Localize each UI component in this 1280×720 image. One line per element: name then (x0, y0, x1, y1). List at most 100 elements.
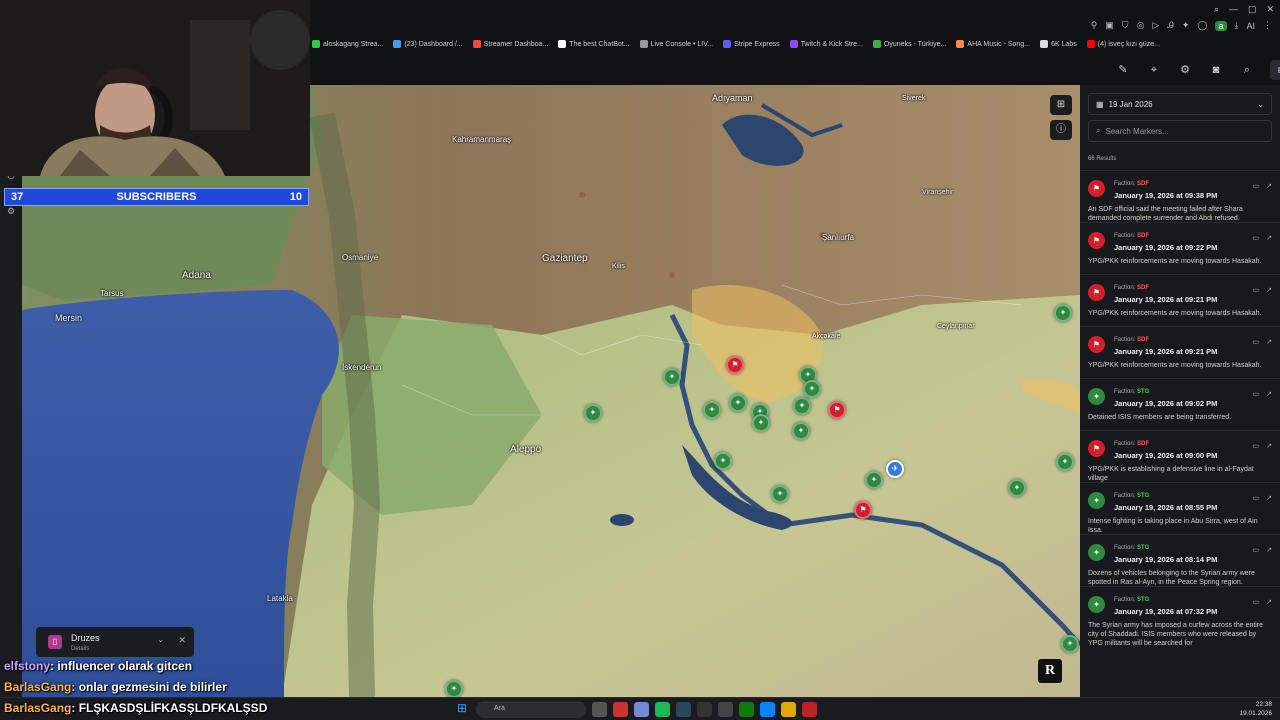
map-canvas[interactable]: Adıyaman Kahramanmaraş Gaziantep Şanlıurfa O… (22, 85, 1080, 697)
download-icon[interactable]: ⤓ (1235, 20, 1239, 31)
stg-marker[interactable]: ✦ (752, 414, 770, 432)
search-icon[interactable]: ⌕ (1239, 62, 1255, 78)
marker-card[interactable]: ⚑ Faction: SDF January 19, 2026 at 09:00… (1080, 430, 1280, 482)
steam-icon[interactable] (676, 702, 691, 717)
minimize-icon[interactable]: — (1229, 4, 1238, 15)
bookmark-item[interactable]: Twitch & Kick Stre... (789, 40, 863, 48)
marker-card[interactable]: ⚑ Faction: SDF January 19, 2026 at 09:22… (1080, 222, 1280, 274)
edge-icon[interactable] (760, 702, 775, 717)
marker-icon[interactable]: ⌖ (1146, 62, 1162, 78)
opera-icon[interactable] (613, 702, 628, 717)
bookmark-item[interactable]: Streamer Dashboa... (472, 40, 548, 48)
close-icon[interactable]: ✕ (1266, 4, 1274, 15)
bookmark-item[interactable]: (23) Dashboard /... (393, 40, 463, 48)
bookmark-item[interactable]: Live Console • LIV... (639, 40, 713, 48)
stg-marker[interactable]: ✦ (792, 422, 810, 440)
camera-icon[interactable]: ◎ (1137, 20, 1145, 31)
stg-marker[interactable]: ✦ (865, 471, 883, 489)
profile-icon[interactable]: a (1215, 20, 1227, 31)
stg-marker[interactable]: ✦ (663, 368, 681, 386)
bookmark-item[interactable]: Oyuneks - Türkiye... (872, 40, 946, 48)
windows-start-icon[interactable]: ⊞ (457, 702, 470, 715)
druzes-subtitle[interactable]: Details (71, 646, 89, 652)
stg-marker[interactable]: ✦ (584, 404, 602, 422)
folder-icon[interactable] (781, 702, 796, 717)
bookmark-item[interactable]: aloskagang Strea... (312, 40, 383, 48)
druzes-popup[interactable]: ▯ Druzes Details ⌄ ✕ (36, 627, 194, 657)
marker-card[interactable]: ✦ Faction: STG January 19, 2026 at 07:32… (1080, 586, 1280, 647)
clipboard-icon[interactable]: ▣ (1105, 20, 1114, 31)
map-layers-icon[interactable]: ⊞ (1050, 95, 1072, 115)
sdf-marker[interactable]: ⚑ (828, 401, 846, 419)
stg-marker[interactable]: ✦ (1008, 479, 1026, 497)
stg-marker[interactable]: ✦ (771, 485, 789, 503)
stg-marker[interactable]: ✦ (803, 380, 821, 398)
external-link-icon[interactable]: ↗ (1266, 494, 1272, 502)
search-icon[interactable]: ⌕ (1214, 4, 1219, 15)
sdf-marker[interactable]: ⚑ (726, 356, 744, 374)
ai-label[interactable]: AI (1246, 21, 1255, 31)
xbox-icon[interactable] (739, 702, 754, 717)
sdf-marker[interactable]: ⚑ (854, 501, 872, 519)
bookmark-item[interactable]: (4) isveç kızı güze... (1086, 40, 1160, 48)
taskbar-search[interactable]: Ara (476, 701, 586, 718)
video-icon[interactable]: ▭ (1253, 338, 1260, 346)
whatsapp-icon[interactable]: ◯ (1197, 20, 1207, 31)
bookmark-item[interactable]: Stripe Express (723, 40, 780, 48)
stg-marker[interactable]: ✦ (714, 452, 732, 470)
shield-icon[interactable]: ⛉ (1122, 20, 1129, 31)
external-link-icon[interactable]: ↗ (1266, 286, 1272, 294)
r-button[interactable]: R (1038, 659, 1062, 683)
app-icon[interactable] (718, 702, 733, 717)
external-link-icon[interactable]: ↗ (1266, 598, 1272, 606)
marker-card[interactable]: ✦ Faction: STG January 19, 2026 at 08:14… (1080, 534, 1280, 586)
stg-marker[interactable]: ✦ (1061, 635, 1079, 653)
stg-marker[interactable]: ✦ (729, 394, 747, 412)
video-icon[interactable]: ▭ (1253, 390, 1260, 398)
video-icon[interactable]: ▭ (1253, 182, 1260, 190)
close-icon[interactable]: ✕ (178, 635, 186, 646)
marker-card[interactable]: ✦ Faction: STG January 19, 2026 at 09:02… (1080, 378, 1280, 430)
spotify-icon[interactable] (655, 702, 670, 717)
settings-icon[interactable]: ⚙ (5, 206, 17, 218)
play-icon[interactable]: ▷ (1152, 20, 1159, 31)
clock[interactable]: 22:38 19.01.2026 (1239, 700, 1272, 718)
pin-icon[interactable]: ⚲ (1091, 20, 1098, 31)
bookmark-item[interactable]: The best ChatBot... (558, 40, 630, 48)
bookmark-item[interactable]: AHA Music - Song... (956, 40, 1030, 48)
marker-card[interactable]: ⚑ Faction: SDF January 19, 2026 at 09:38… (1080, 170, 1280, 222)
external-link-icon[interactable]: ↗ (1266, 182, 1272, 190)
stg-marker[interactable]: ✦ (445, 680, 463, 697)
maximize-icon[interactable]: ▢ (1248, 4, 1257, 15)
video-icon[interactable]: ▭ (1253, 442, 1260, 450)
external-link-icon[interactable]: ↗ (1266, 338, 1272, 346)
stg-marker[interactable]: ✦ (703, 401, 721, 419)
marker-card[interactable]: ✦ Faction: STG January 19, 2026 at 08:55… (1080, 482, 1280, 534)
file-icon[interactable] (592, 702, 607, 717)
app-icon[interactable] (802, 702, 817, 717)
marker-card[interactable]: ⚑ Faction: SDF January 19, 2026 at 09:21… (1080, 326, 1280, 378)
external-link-icon[interactable]: ↗ (1266, 546, 1272, 554)
video-icon[interactable]: ▭ (1253, 494, 1260, 502)
puzzle-icon[interactable]: ✦ (1182, 20, 1190, 31)
aircraft-marker[interactable]: ✈ (886, 460, 904, 478)
video-icon[interactable]: ▭ (1253, 598, 1260, 606)
epic-games-icon[interactable] (697, 702, 712, 717)
external-link-icon[interactable]: ↗ (1266, 390, 1272, 398)
stg-marker[interactable]: ✦ (1056, 453, 1074, 471)
video-icon[interactable]: ▭ (1253, 234, 1260, 242)
discord-icon[interactable] (634, 702, 649, 717)
marker-card[interactable]: ⚑ Faction: SDF January 19, 2026 at 09:21… (1080, 274, 1280, 326)
info-icon[interactable]: ⓘ (1050, 120, 1072, 140)
external-link-icon[interactable]: ↗ (1266, 234, 1272, 242)
menu-dots-icon[interactable]: ⋮ (1263, 20, 1272, 31)
video-icon[interactable]: ▭ (1253, 286, 1260, 294)
marker-search[interactable]: ⌕ Search Markers... (1088, 120, 1272, 142)
camera-icon[interactable]: ◙ (1208, 62, 1224, 78)
chevron-down-icon[interactable]: ⌄ (157, 635, 164, 644)
translate-icon[interactable]: Ꭿ (1167, 20, 1174, 31)
settings-icon[interactable]: ⚙ (1177, 62, 1193, 78)
date-selector[interactable]: ▦ 19 Jan 2026 ⌄ (1088, 93, 1272, 115)
bookmark-item[interactable]: 6K Labs (1040, 40, 1077, 48)
video-icon[interactable]: ▭ (1253, 546, 1260, 554)
